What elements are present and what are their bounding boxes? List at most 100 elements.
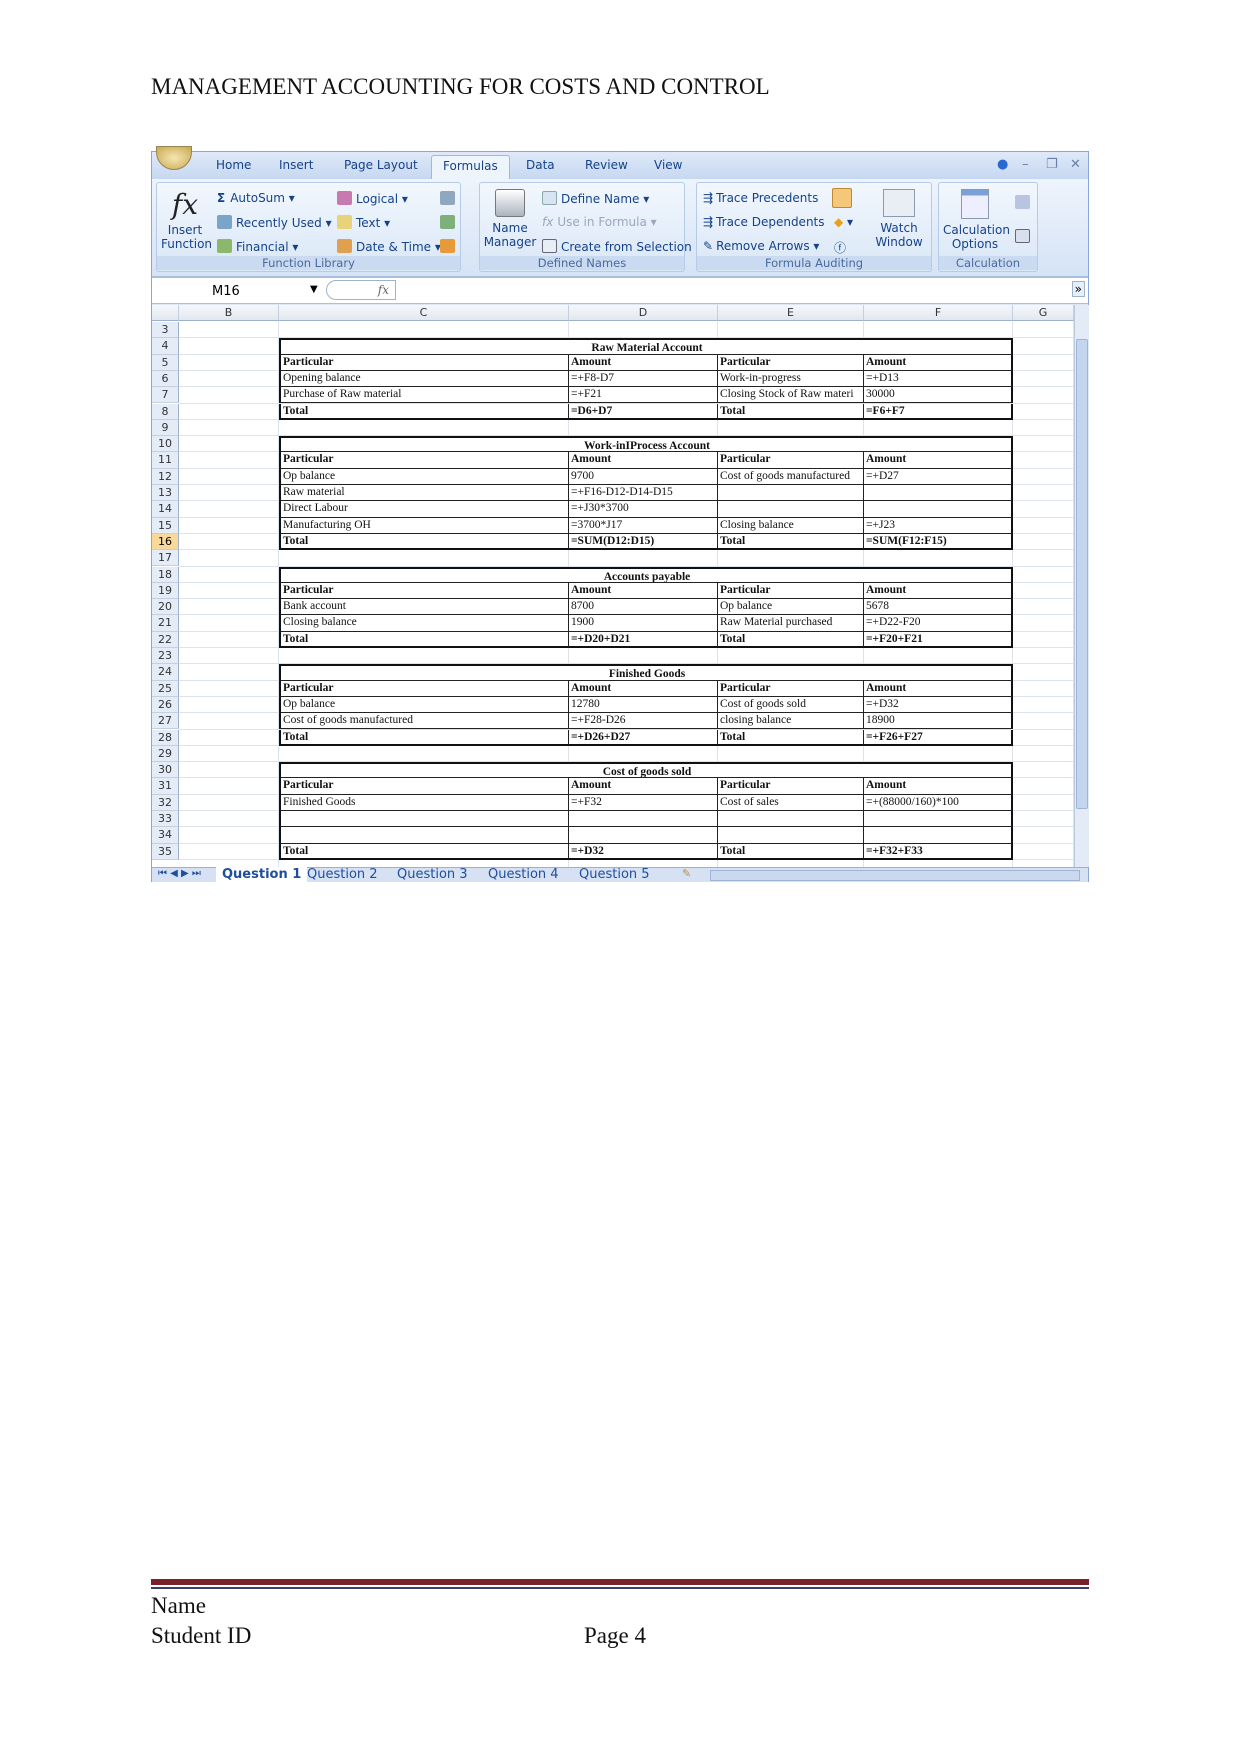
sheet-nav-arrows-icon[interactable]: ⏮ ◀ ▶ ⏭ [158,868,201,879]
table-cell[interactable]: Closing balance [718,517,864,534]
table-cell[interactable]: Opening balance [279,370,569,388]
text-button[interactable]: Text ▾ [337,215,390,230]
column-label-cell[interactable]: Particular [279,354,569,371]
autosum-button[interactable]: Σ AutoSum ▾ [217,191,295,205]
table-cell[interactable]: Total [718,403,864,420]
worksheet-grid[interactable]: B C D E F G 3 4 Raw Material Account 5 Particular A… [152,305,1074,867]
define-name-button[interactable]: Define Name ▾ [542,191,649,206]
date-time-button[interactable]: Date & Time ▾ [337,239,441,254]
tab-page-layout[interactable]: Page Layout [344,158,418,172]
table-cell[interactable]: =+D20+D21 [569,631,718,648]
row-header[interactable]: 18 [152,566,179,583]
calculation-options-button[interactable]: Calculation Options [941,189,1010,251]
table-cell[interactable]: Direct Labour [279,501,569,518]
sheet-tab-question-3[interactable]: Question 3 [397,867,468,882]
column-header-b[interactable]: B [179,305,279,321]
table-cell[interactable] [718,485,864,502]
row-header[interactable]: 8 [152,403,179,420]
row-header[interactable]: 20 [152,599,179,616]
create-from-selection-button[interactable]: Create from Selection [542,239,692,254]
row-header[interactable]: 7 [152,387,179,404]
table-cell[interactable]: Total [718,843,864,860]
table-cell[interactable] [569,811,718,828]
table-cell[interactable]: =+F32 [569,794,718,811]
table-cell[interactable]: Purchase of Raw material [279,387,569,404]
row-header[interactable]: 28 [152,729,179,746]
table-cell[interactable]: =+(88000/160)*100 [864,794,1013,811]
name-box[interactable]: M16 [212,284,240,299]
table-cell[interactable]: Total [718,729,864,746]
column-label-cell[interactable]: Amount [569,778,718,795]
table-cell[interactable]: =+J30*3700 [569,501,718,518]
table-cell[interactable]: =+D26+D27 [569,729,718,746]
table-cell[interactable]: Total [279,403,569,420]
table-cell[interactable]: =SUM(D12:D15) [569,533,718,551]
row-header[interactable]: 19 [152,582,179,600]
calculate-now-button[interactable] [1015,195,1034,210]
column-label-cell[interactable]: Particular [279,452,569,469]
show-formulas-button[interactable] [832,188,856,209]
table-cell[interactable]: =+D32 [864,696,1013,714]
row-header[interactable]: 15 [152,517,179,534]
row-header[interactable]: 5 [152,354,179,371]
column-label-cell[interactable]: Amount [864,354,1013,371]
table-cell[interactable]: Closing Stock of Raw materi [718,387,864,404]
insert-sheet-icon[interactable]: ✎ [682,867,691,880]
more-functions-button[interactable] [440,239,459,254]
table-cell[interactable]: =+J23 [864,517,1013,534]
row-header[interactable]: 21 [152,615,179,632]
expand-formula-bar-icon[interactable]: » [1071,281,1085,297]
row-header[interactable]: 22 [152,631,179,648]
scroll-thumb[interactable] [1076,339,1088,809]
table-cell[interactable] [718,827,864,844]
table-cell[interactable]: =+F8-D7 [569,370,718,388]
row-header[interactable]: 17 [152,550,179,567]
logical-button[interactable]: Logical ▾ [337,191,408,206]
financial-button[interactable]: Financial ▾ [217,239,298,254]
table-cell[interactable]: 8700 [569,599,718,616]
table-cell[interactable] [864,501,1013,518]
column-label-cell[interactable]: Particular [279,778,569,795]
table-cell[interactable]: =+F32+F33 [864,843,1013,860]
row-header[interactable]: 3 [152,322,179,339]
table-cell[interactable]: Total [718,631,864,648]
table-cell[interactable] [718,501,864,518]
trace-precedents-button[interactable]: ⇶ Trace Precedents [703,191,818,205]
calculate-sheet-button[interactable] [1015,229,1034,244]
help-icon[interactable]: ● [997,157,1008,172]
column-label-cell[interactable]: Particular [718,452,864,469]
table-cell[interactable]: =+F21 [569,387,718,404]
row-header[interactable]: 26 [152,696,179,714]
table-cell[interactable] [718,811,864,828]
close-icon[interactable]: ✕ [1070,157,1081,172]
table-cell[interactable]: =D6+D7 [569,403,718,420]
row-header[interactable]: 6 [152,370,179,388]
sheet-tab-question-4[interactable]: Question 4 [488,867,559,882]
row-header[interactable]: 35 [152,843,179,860]
column-header-d[interactable]: D [569,305,718,321]
insert-function-button[interactable]: fx Insert Function [159,187,212,251]
table-cell[interactable]: Finished Goods [279,794,569,811]
table-cell[interactable]: Total [718,533,864,551]
minimize-icon[interactable]: – [1022,157,1029,172]
row-header[interactable]: 25 [152,680,179,697]
table-cell[interactable]: Total [279,631,569,648]
table-cell[interactable] [279,811,569,828]
table-cell[interactable]: 9700 [569,468,718,485]
evaluate-formula-button[interactable]: ⓕ [834,239,846,256]
table-cell[interactable]: 1900 [569,615,718,632]
table-cell[interactable]: Total [279,843,569,860]
restore-icon[interactable]: ❐ [1046,157,1058,172]
tab-home[interactable]: Home [216,158,251,172]
table-cell[interactable]: Closing balance [279,615,569,632]
name-manager-button[interactable]: Name Manager [482,189,538,249]
table-cell[interactable] [864,827,1013,844]
table-cell[interactable]: Cost of sales [718,794,864,811]
row-header[interactable]: 13 [152,485,179,502]
column-label-cell[interactable]: Particular [279,680,569,697]
column-header-f[interactable]: F [864,305,1013,321]
table-cell[interactable]: Op balance [279,468,569,485]
recently-used-button[interactable]: Recently Used ▾ [217,215,332,230]
column-header-g[interactable]: G [1013,305,1074,321]
table-cell[interactable]: Raw material [279,485,569,502]
